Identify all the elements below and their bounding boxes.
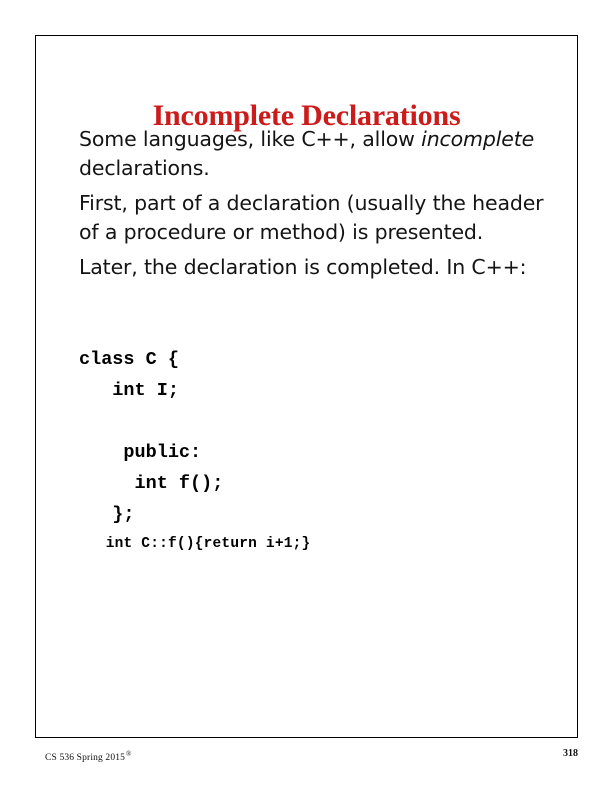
footer-course-note: CS 536 Spring 2015® — [45, 750, 132, 763]
body-paragraph-3: Later, the declaration is completed. In … — [79, 255, 527, 279]
code-line-6: }; — [79, 504, 135, 525]
paragraph-1-run-3: declarations. — [79, 155, 210, 180]
code-line-3-blank — [79, 406, 549, 437]
code-line-5: int f(); — [79, 473, 224, 494]
code-line-7: int C::f(){return i+1;} — [79, 536, 311, 552]
code-line-4: public: — [79, 442, 202, 463]
registered-mark-icon: ® — [126, 750, 132, 758]
slide-body: Some languages, like C++, allow incomple… — [79, 125, 549, 289]
slide-frame: Incomplete Declarations Some languages, … — [35, 35, 578, 738]
page-number: 318 — [563, 748, 578, 759]
body-paragraph-2: First, part of a declaration (usually th… — [79, 191, 544, 244]
footer-course-text: CS 536 Spring 2015 — [45, 753, 126, 764]
code-line-2: int I; — [79, 380, 179, 401]
code-line-1: class C { — [79, 349, 179, 370]
paragraph-1-run-2-italic: incomplete — [421, 127, 535, 151]
code-block: class C { int I; public: int f(); }; int… — [79, 344, 549, 558]
paragraph-1-run-1: Some languages, like C++, allow — [79, 127, 422, 151]
body-paragraph-1: Some languages, like C++, allow incomple… — [79, 125, 549, 182]
